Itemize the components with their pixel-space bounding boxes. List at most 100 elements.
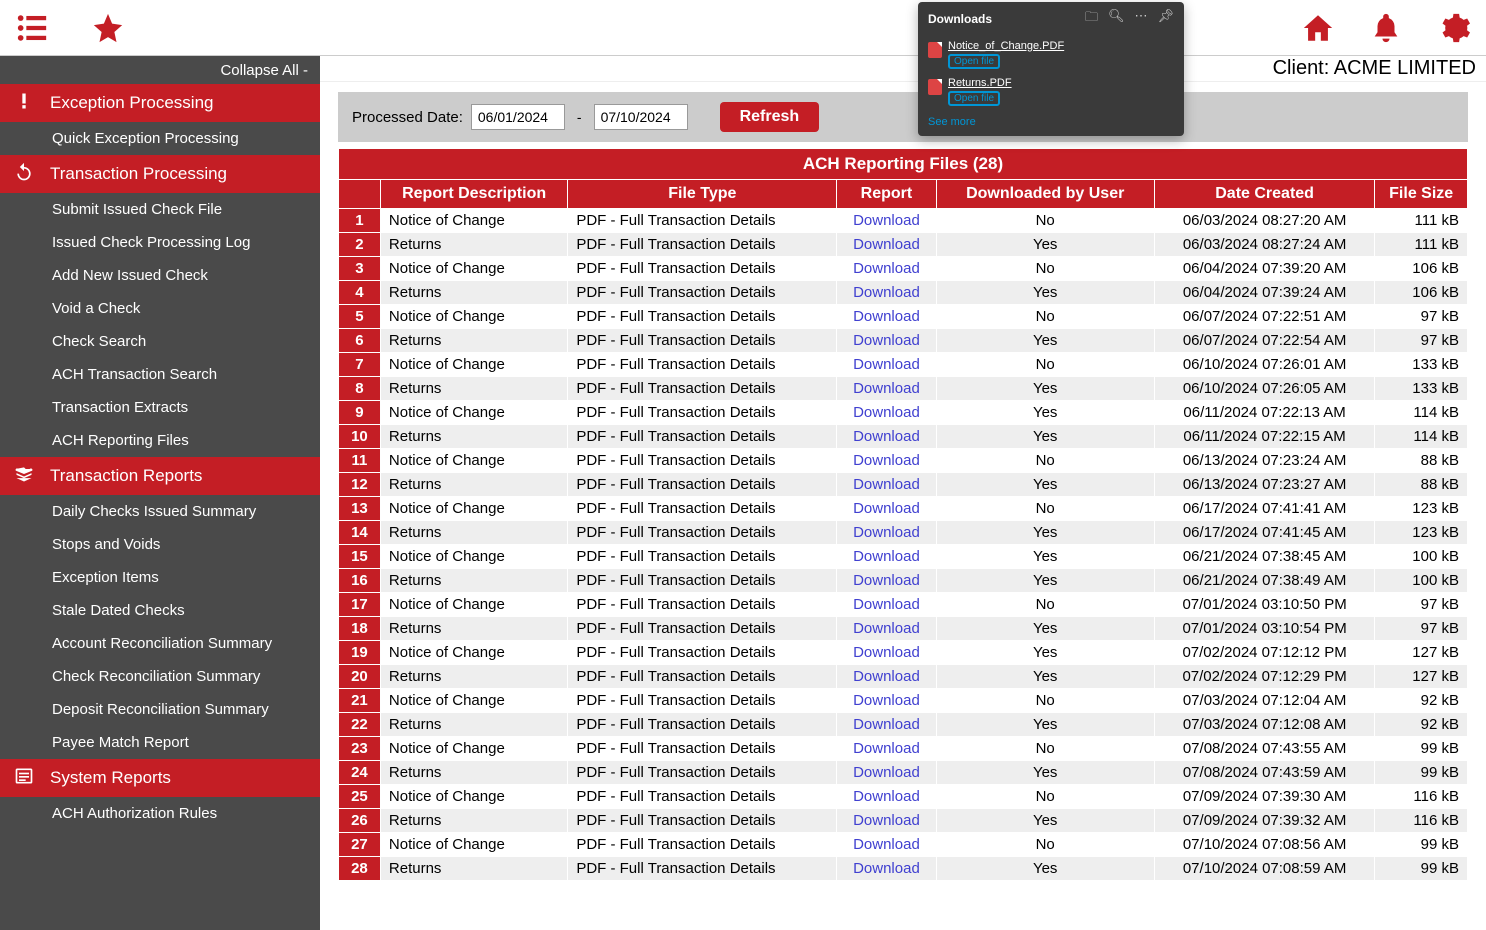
download-link[interactable]: Download xyxy=(853,572,920,589)
table-row: 11 Notice of Change PDF - Full Transacti… xyxy=(339,449,1468,473)
download-link[interactable]: Download xyxy=(853,644,920,661)
downloads-search-icon[interactable]: 🔍︎ xyxy=(1108,8,1125,30)
open-file-button[interactable]: Open file xyxy=(948,54,1000,69)
date-from-input[interactable] xyxy=(471,104,565,130)
table-row: 13 Notice of Change PDF - Full Transacti… xyxy=(339,497,1468,521)
nav-item[interactable]: Transaction Extracts xyxy=(0,391,320,424)
star-icon[interactable] xyxy=(90,10,126,46)
nav-item[interactable]: Stops and Voids xyxy=(0,528,320,561)
cell-desc: Returns xyxy=(380,473,567,497)
download-link[interactable]: Download xyxy=(853,476,920,493)
section-label: System Reports xyxy=(50,768,171,788)
collapse-all[interactable]: Collapse All - xyxy=(0,56,320,84)
nav-item[interactable]: Quick Exception Processing xyxy=(0,122,320,155)
download-link[interactable]: Download xyxy=(853,260,920,277)
download-link[interactable]: Download xyxy=(853,356,920,373)
col-header-type[interactable]: File Type xyxy=(568,180,837,209)
cell-user: Yes xyxy=(936,641,1154,665)
download-link[interactable]: Download xyxy=(853,308,920,325)
nav-item[interactable]: ACH Authorization Rules xyxy=(0,797,320,830)
refresh-button[interactable]: Refresh xyxy=(720,102,820,132)
section-label: Transaction Processing xyxy=(50,164,227,184)
col-header-size[interactable]: File Size xyxy=(1375,180,1468,209)
menu-icon[interactable] xyxy=(14,10,50,46)
downloads-pin-icon[interactable]: 📌︎ xyxy=(1157,8,1174,30)
nav-item[interactable]: Add New Issued Check xyxy=(0,259,320,292)
download-link[interactable]: Download xyxy=(853,452,920,469)
nav-item[interactable]: Account Reconciliation Summary xyxy=(0,627,320,660)
download-link[interactable]: Download xyxy=(853,284,920,301)
download-link[interactable]: Download xyxy=(853,788,920,805)
download-link[interactable]: Download xyxy=(853,236,920,253)
download-link[interactable]: Download xyxy=(853,740,920,757)
downloads-see-more[interactable]: See more xyxy=(918,110,1184,136)
nav-item[interactable]: Submit Issued Check File xyxy=(0,193,320,226)
download-link[interactable]: Download xyxy=(853,764,920,781)
col-header-user[interactable]: Downloaded by User xyxy=(936,180,1154,209)
open-file-button[interactable]: Open file xyxy=(948,91,1000,106)
download-link[interactable]: Download xyxy=(853,596,920,613)
download-link[interactable]: Download xyxy=(853,548,920,565)
download-link[interactable]: Download xyxy=(853,692,920,709)
cell-report: Download xyxy=(837,665,936,689)
cell-type: PDF - Full Transaction Details xyxy=(568,473,837,497)
nav-item[interactable]: Exception Items xyxy=(0,561,320,594)
row-number: 6 xyxy=(339,329,381,353)
bell-icon[interactable] xyxy=(1368,10,1404,46)
download-link[interactable]: Download xyxy=(853,524,920,541)
cell-user: Yes xyxy=(936,401,1154,425)
downloads-folder-icon[interactable]: 🗀 xyxy=(1085,8,1098,30)
nav-section[interactable]: System Reports xyxy=(0,759,320,797)
nav-item[interactable]: Issued Check Processing Log xyxy=(0,226,320,259)
cell-type: PDF - Full Transaction Details xyxy=(568,401,837,425)
download-link[interactable]: Download xyxy=(853,716,920,733)
nav-item[interactable]: ACH Reporting Files xyxy=(0,424,320,457)
download-link[interactable]: Download xyxy=(853,428,920,445)
table-row: 2 Returns PDF - Full Transaction Details… xyxy=(339,233,1468,257)
home-icon[interactable] xyxy=(1300,10,1336,46)
cell-user: No xyxy=(936,593,1154,617)
table-row: 12 Returns PDF - Full Transaction Detail… xyxy=(339,473,1468,497)
download-link[interactable]: Download xyxy=(853,620,920,637)
nav-section[interactable]: Exception Processing xyxy=(0,84,320,122)
cell-report: Download xyxy=(837,449,936,473)
downloads-more-icon[interactable]: ⋯ xyxy=(1134,8,1147,30)
nav-item[interactable]: Check Search xyxy=(0,325,320,358)
nav-item[interactable]: Void a Check xyxy=(0,292,320,325)
nav-section[interactable]: Transaction Processing xyxy=(0,155,320,193)
cell-type: PDF - Full Transaction Details xyxy=(568,737,837,761)
download-link[interactable]: Download xyxy=(853,380,920,397)
cell-size: 116 kB xyxy=(1375,785,1468,809)
date-to-input[interactable] xyxy=(594,104,688,130)
gear-icon[interactable] xyxy=(1436,10,1472,46)
download-filename[interactable]: Notice_of_Change.PDF xyxy=(948,40,1064,52)
cell-date: 07/03/2024 07:12:04 AM xyxy=(1154,689,1375,713)
nav-item[interactable]: Check Reconciliation Summary xyxy=(0,660,320,693)
downloads-title: Downloads xyxy=(928,12,1085,26)
nav-section[interactable]: Transaction Reports xyxy=(0,457,320,495)
nav-item[interactable]: ACH Transaction Search xyxy=(0,358,320,391)
download-filename[interactable]: Returns.PDF xyxy=(948,77,1012,89)
table-row: 5 Notice of Change PDF - Full Transactio… xyxy=(339,305,1468,329)
col-header-date[interactable]: Date Created xyxy=(1154,180,1375,209)
nav-item[interactable]: Daily Checks Issued Summary xyxy=(0,495,320,528)
cell-type: PDF - Full Transaction Details xyxy=(568,689,837,713)
cell-report: Download xyxy=(837,833,936,857)
download-link[interactable]: Download xyxy=(853,404,920,421)
download-link[interactable]: Download xyxy=(853,668,920,685)
nav-item[interactable]: Stale Dated Checks xyxy=(0,594,320,627)
col-header-desc[interactable]: Report Description xyxy=(380,180,567,209)
cell-desc: Returns xyxy=(380,857,567,881)
download-link[interactable]: Download xyxy=(853,500,920,517)
download-link[interactable]: Download xyxy=(853,332,920,349)
download-link[interactable]: Download xyxy=(853,836,920,853)
nav-item[interactable]: Deposit Reconciliation Summary xyxy=(0,693,320,726)
download-link[interactable]: Download xyxy=(853,860,920,877)
download-link[interactable]: Download xyxy=(853,812,920,829)
nav-item[interactable]: Payee Match Report xyxy=(0,726,320,759)
main-content: Client: ACME LIMITED Processed Date: - R… xyxy=(320,56,1486,930)
cell-size: 99 kB xyxy=(1375,737,1468,761)
download-link[interactable]: Download xyxy=(853,212,920,229)
col-header-report[interactable]: Report xyxy=(837,180,936,209)
cell-report: Download xyxy=(837,305,936,329)
